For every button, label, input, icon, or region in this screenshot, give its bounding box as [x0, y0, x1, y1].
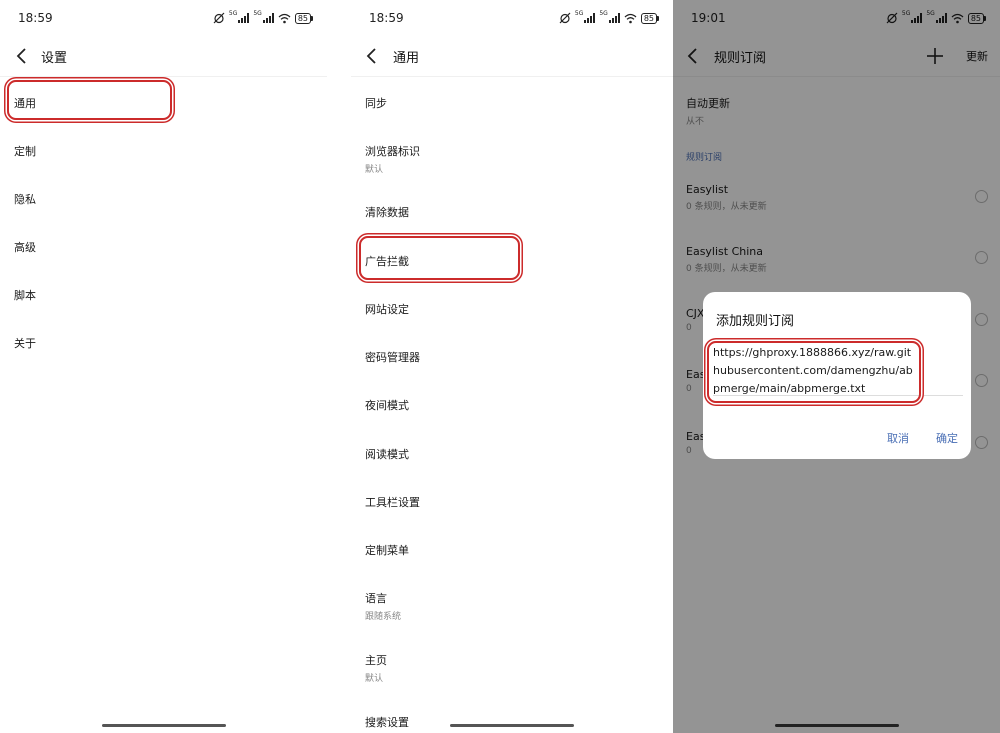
general-item-password-manager[interactable]: 密码管理器: [365, 349, 420, 365]
page-title: 设置: [41, 51, 68, 66]
signal-icon: [262, 13, 274, 23]
cancel-button[interactable]: 取消: [887, 430, 909, 446]
general-item-clear-data[interactable]: 清除数据: [365, 204, 409, 220]
general-item-homepage[interactable]: 主页 默认: [365, 652, 387, 684]
battery-icon: 85: [640, 12, 660, 24]
status-bar: 18:59 5G 5G 85: [0, 0, 327, 38]
general-item-user-agent[interactable]: 浏览器标识 默认: [365, 143, 420, 175]
wifi-icon: [278, 13, 291, 23]
rule-subscription-screen: 19:01 5G 5G 85 规则订阅 更新 自动更新 从不 规则订阅 Easyl…: [673, 0, 1000, 733]
confirm-button[interactable]: 确定: [936, 430, 958, 446]
status-icons: 5G 5G 85: [559, 11, 660, 25]
general-item-toolbar[interactable]: 工具栏设置: [365, 494, 420, 510]
signal-icon: [238, 13, 250, 23]
status-time: 18:59: [18, 11, 53, 25]
toolbar: 设置: [0, 38, 327, 77]
highlight-general: [7, 80, 172, 120]
dialog-title: 添加规则订阅: [716, 314, 795, 329]
page-title: 通用: [393, 51, 420, 66]
signal-icon: [608, 13, 620, 23]
back-arrow-icon[interactable]: [14, 46, 30, 66]
alarm-off-icon: [559, 12, 571, 24]
general-item-site-settings[interactable]: 网站设定: [365, 301, 409, 317]
general-item-language[interactable]: 语言 跟随系统: [365, 590, 401, 622]
home-indicator: [774, 724, 899, 727]
add-subscription-dialog: 添加规则订阅 https://ghproxy.1888866.xyz/raw.g…: [703, 292, 971, 459]
settings-item-about[interactable]: 关于: [14, 335, 36, 351]
settings-item-custom[interactable]: 定制: [14, 143, 36, 159]
back-arrow-icon[interactable]: [364, 46, 380, 66]
settings-item-scripts[interactable]: 脚本: [14, 287, 36, 303]
status-icons: 5G 5G 85: [213, 11, 314, 25]
home-indicator: [101, 724, 226, 727]
highlight-ad-block: [359, 236, 520, 280]
home-indicator: [450, 724, 574, 727]
general-settings-screen: 18:59 5G 5G 85 通用 同步 浏览器标识 默认 清除数据 广告拦截 网…: [351, 0, 673, 733]
signal-icon: [584, 13, 596, 23]
alarm-off-icon: [213, 12, 225, 24]
settings-item-privacy[interactable]: 隐私: [14, 191, 36, 207]
settings-item-advanced[interactable]: 高级: [14, 239, 36, 255]
wifi-icon: [624, 13, 637, 23]
status-time: 18:59: [369, 11, 404, 25]
toolbar: 通用: [351, 38, 673, 77]
general-item-search[interactable]: 搜索设置: [365, 714, 409, 730]
settings-screen: 18:59 5G 5G 85 设置 通用 定制 隐私 高级 脚本 关于: [0, 0, 327, 733]
general-item-reading-mode[interactable]: 阅读模式: [365, 446, 409, 462]
status-bar: 18:59 5G 5G 85: [351, 0, 673, 38]
battery-icon: 85: [294, 12, 314, 24]
general-item-night-mode[interactable]: 夜间模式: [365, 397, 409, 413]
general-item-sync[interactable]: 同步: [365, 95, 387, 111]
highlight-url: [707, 341, 921, 403]
general-item-custom-menu[interactable]: 定制菜单: [365, 542, 409, 558]
